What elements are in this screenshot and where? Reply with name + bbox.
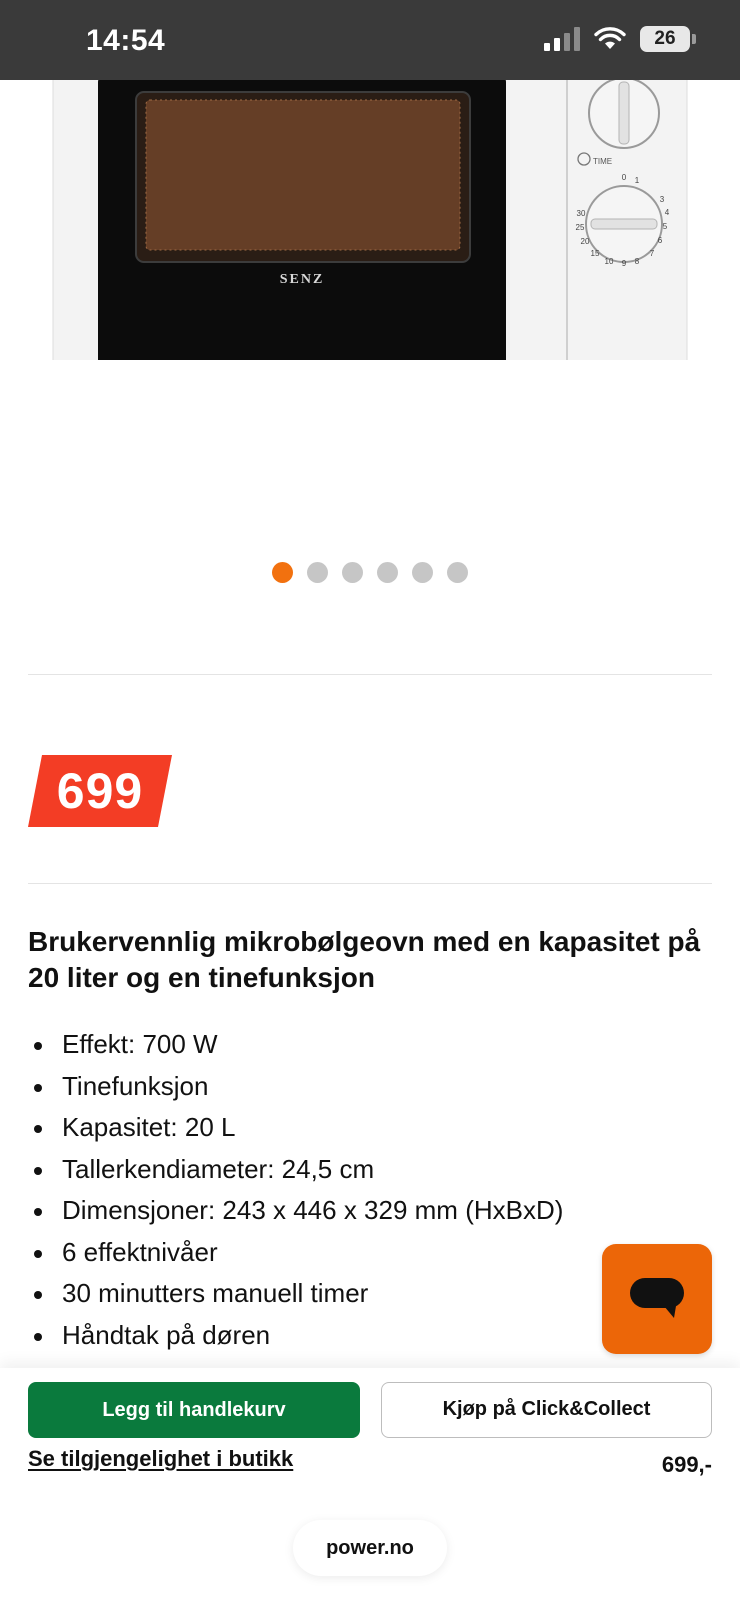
svg-text:3: 3: [660, 195, 665, 204]
battery-indicator: 26: [640, 26, 696, 52]
feature-item: Kapasitet: 20 L: [28, 1107, 563, 1149]
carousel-dot[interactable]: [412, 562, 433, 583]
product-headline: Brukervennlig mikrobølgeovn med en kapas…: [28, 926, 701, 993]
svg-text:25: 25: [576, 223, 585, 232]
chat-button[interactable]: [602, 1244, 712, 1354]
bottom-price: 699,-: [661, 1452, 712, 1477]
price-value: 699: [56, 763, 144, 819]
feature-item: Tallerkendiameter: 24,5 cm: [28, 1149, 563, 1191]
carousel-dot[interactable]: [272, 562, 293, 583]
add-to-cart-button[interactable]: Legg til handlekurv: [28, 1382, 360, 1438]
feature-item: Tinefunksjon: [28, 1066, 563, 1108]
price-badge: 699: [28, 755, 172, 827]
svg-text:7: 7: [650, 249, 655, 258]
feature-item: Håndtak på døren: [28, 1315, 563, 1357]
divider: [28, 883, 712, 884]
svg-text:6: 6: [658, 236, 663, 245]
svg-text:9: 9: [622, 259, 627, 268]
carousel-dot[interactable]: [342, 562, 363, 583]
svg-text:0: 0: [622, 173, 627, 182]
chat-bubble-icon: [630, 1278, 684, 1318]
microwave-image: SENZ TIME 0 1 3 4 56 7 89 10 1520 25 30: [52, 69, 688, 425]
divider: [28, 674, 712, 675]
timer-label: TIME: [593, 157, 612, 166]
svg-text:30: 30: [577, 209, 586, 218]
svg-text:8: 8: [635, 257, 640, 266]
feature-item: 30 minutters manuell timer: [28, 1273, 563, 1315]
status-time: 14:54: [86, 24, 166, 57]
status-icons: 26: [544, 26, 696, 52]
browser-url-bar[interactable]: power.no: [293, 1520, 447, 1576]
feature-item: Effekt: 700 W: [28, 1024, 563, 1066]
svg-text:1: 1: [635, 176, 640, 185]
feature-list: Effekt: 700 W Tinefunksjon Kapasitet: 20…: [28, 1024, 563, 1356]
store-availability-link[interactable]: Se tilgjengelighet i butikk: [28, 1446, 293, 1472]
image-carousel-indicator: [0, 562, 740, 583]
feature-item: Dimensjoner: 243 x 446 x 329 mm (HxBxD): [28, 1190, 563, 1232]
svg-text:4: 4: [665, 208, 670, 217]
click-and-collect-button[interactable]: Kjøp på Click&Collect: [381, 1382, 712, 1438]
feature-item: 6 effektnivåer: [28, 1232, 563, 1274]
svg-text:10: 10: [605, 257, 614, 266]
carousel-dot[interactable]: [377, 562, 398, 583]
brand-logo: SENZ: [280, 272, 325, 287]
carousel-dot[interactable]: [447, 562, 468, 583]
cellular-signal-icon: [544, 27, 580, 51]
svg-text:20: 20: [581, 237, 590, 246]
status-bar: 14:54 26: [0, 0, 740, 80]
carousel-dot[interactable]: [307, 562, 328, 583]
svg-text:15: 15: [591, 249, 600, 258]
wifi-icon: [594, 27, 626, 49]
svg-text:5: 5: [663, 222, 668, 231]
product-image[interactable]: SENZ TIME 01 3 4 56 7 89 10 15 20 25 30: [0, 69, 740, 425]
